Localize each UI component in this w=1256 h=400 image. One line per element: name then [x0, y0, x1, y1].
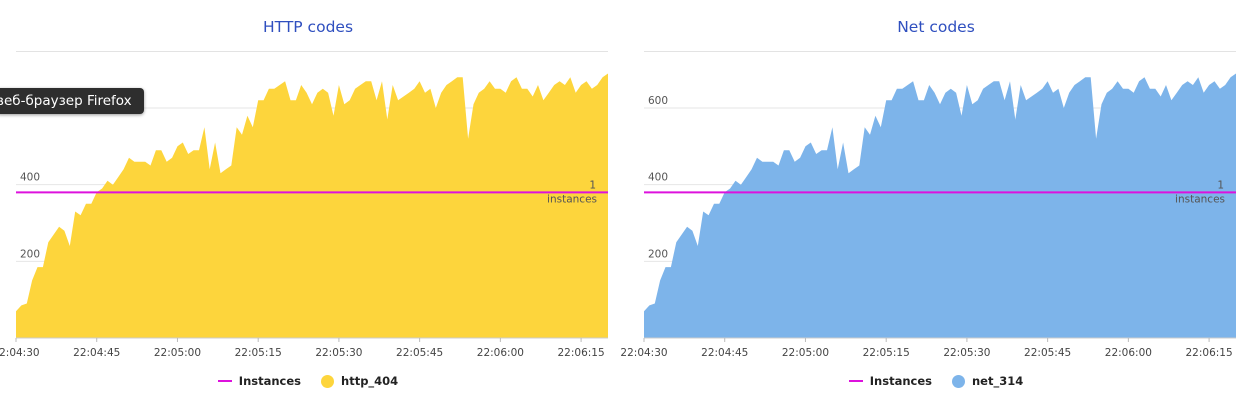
- x-tick-label: 22:06:15: [1186, 347, 1233, 359]
- x-tick-label: 22:05:45: [396, 347, 443, 359]
- x-tick-label: 22:05:15: [863, 347, 910, 359]
- legend-item-instances[interactable]: Instances: [848, 374, 932, 388]
- x-tick-label: 22:05:00: [154, 347, 201, 359]
- legend-item-net-314[interactable]: net_314: [951, 374, 1024, 388]
- x-tick-label: 22:05:00: [782, 347, 829, 359]
- legend-line-icon: [217, 380, 232, 382]
- http-codes-panel: HTTP codes 2004006001instances22:04:3022…: [0, 0, 608, 400]
- legend-label: http_404: [341, 374, 399, 388]
- x-tick-label: 22:06:00: [1105, 347, 1152, 359]
- http-codes-chart[interactable]: 2004006001instances22:04:3022:04:4522:05…: [0, 0, 608, 370]
- y-tick-label: 400: [648, 172, 668, 184]
- x-tick-label: 22:05:15: [235, 347, 282, 359]
- chart-legend: Instances http_404: [8, 374, 608, 388]
- legend-item-http-404[interactable]: http_404: [321, 374, 398, 388]
- x-tick-label: 22:06:15: [558, 347, 605, 359]
- legend-dot-icon: [321, 374, 335, 388]
- net-codes-chart[interactable]: 200 400 600 1 instances 22:04:30 22:04:45 22:05…: [620, 0, 1236, 370]
- legend-item-instances[interactable]: Instances: [217, 374, 302, 388]
- legend-line-icon: [848, 380, 863, 382]
- y-tick-label: 600: [648, 95, 668, 107]
- x-tick-label: 22:06:00: [477, 347, 524, 359]
- x-tick-label: 22:05:30: [315, 347, 362, 359]
- x-tick-label: 22:04:45: [701, 347, 748, 359]
- legend-label: Instances: [869, 374, 932, 388]
- instances-annotation-label: instances: [1175, 193, 1225, 205]
- instances-annotation-label: instances: [547, 193, 597, 205]
- x-tick-label: 22:04:30: [0, 347, 40, 359]
- chart-legend: Instances net_314: [636, 374, 1236, 388]
- y-tick-label: 200: [648, 248, 668, 260]
- instances-annotation-value: 1: [589, 179, 596, 191]
- y-tick-label: 400: [20, 172, 40, 184]
- x-tick-label: 22:04:30: [620, 347, 667, 359]
- x-tick-label: 22:05:45: [1024, 347, 1071, 359]
- x-tick-label: 22:04:45: [73, 347, 120, 359]
- instances-annotation-value: 1: [1217, 179, 1224, 191]
- x-tick-label: 22:05:30: [943, 347, 990, 359]
- legend-label: Instances: [238, 374, 302, 388]
- net-codes-panel: Net codes 200 400 600 1 instances 22:04:30 22:…: [620, 0, 1236, 400]
- series-area-net-314[interactable]: [644, 73, 1236, 339]
- legend-label: net_314: [971, 374, 1024, 388]
- legend-dot-icon: [951, 374, 965, 388]
- browser-tooltip: веб-браузер Firefox: [0, 88, 144, 114]
- y-tick-label: 200: [20, 248, 40, 260]
